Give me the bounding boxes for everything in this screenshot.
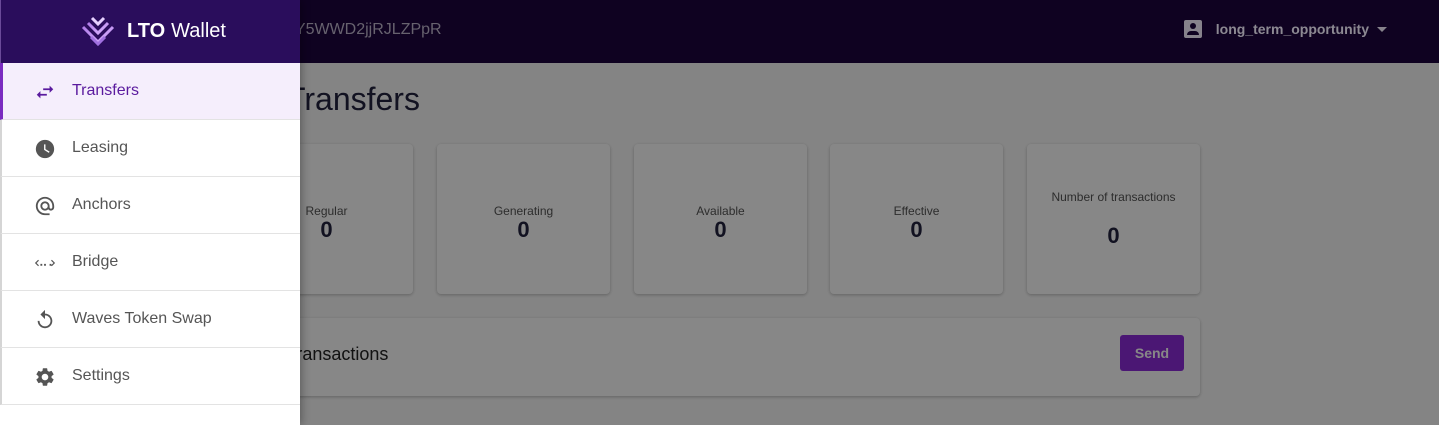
clock-icon <box>34 138 56 160</box>
sidebar-item-leasing[interactable]: Leasing <box>0 120 300 177</box>
swap-arrows-icon <box>34 81 56 103</box>
sidebar-item-label: Anchors <box>72 196 131 213</box>
sidebar-item-label: Bridge <box>72 253 119 270</box>
brand-name-rest: Wallet <box>171 20 226 42</box>
sidebar-item-waves-token-swap[interactable]: Waves Token Swap <box>0 291 300 348</box>
sidebar-item-anchors[interactable]: Anchors <box>0 177 300 234</box>
sidebar-item-label: Waves Token Swap <box>72 310 212 327</box>
code-dots-icon <box>34 252 56 274</box>
sidebar-item-label: Leasing <box>72 139 129 156</box>
sidebar-item-bridge[interactable]: Bridge <box>0 234 300 291</box>
at-sign-icon <box>34 195 56 217</box>
gear-icon <box>34 366 56 388</box>
lto-logo-icon <box>79 15 117 49</box>
sidebar-item-label: Settings <box>72 367 130 384</box>
navigation-drawer: LTO Wallet Transfers Leasing Anchors Brid… <box>0 0 300 425</box>
sidebar-item-settings[interactable]: Settings <box>0 348 300 405</box>
brand-name: LTO Wallet <box>127 20 226 43</box>
sidebar-item-label: Transfers <box>72 82 139 99</box>
drawer-header: LTO Wallet <box>0 0 300 63</box>
brand-name-bold: LTO <box>127 20 166 42</box>
undo-arrow-icon <box>34 309 56 331</box>
sidebar-item-transfers[interactable]: Transfers <box>0 63 300 120</box>
